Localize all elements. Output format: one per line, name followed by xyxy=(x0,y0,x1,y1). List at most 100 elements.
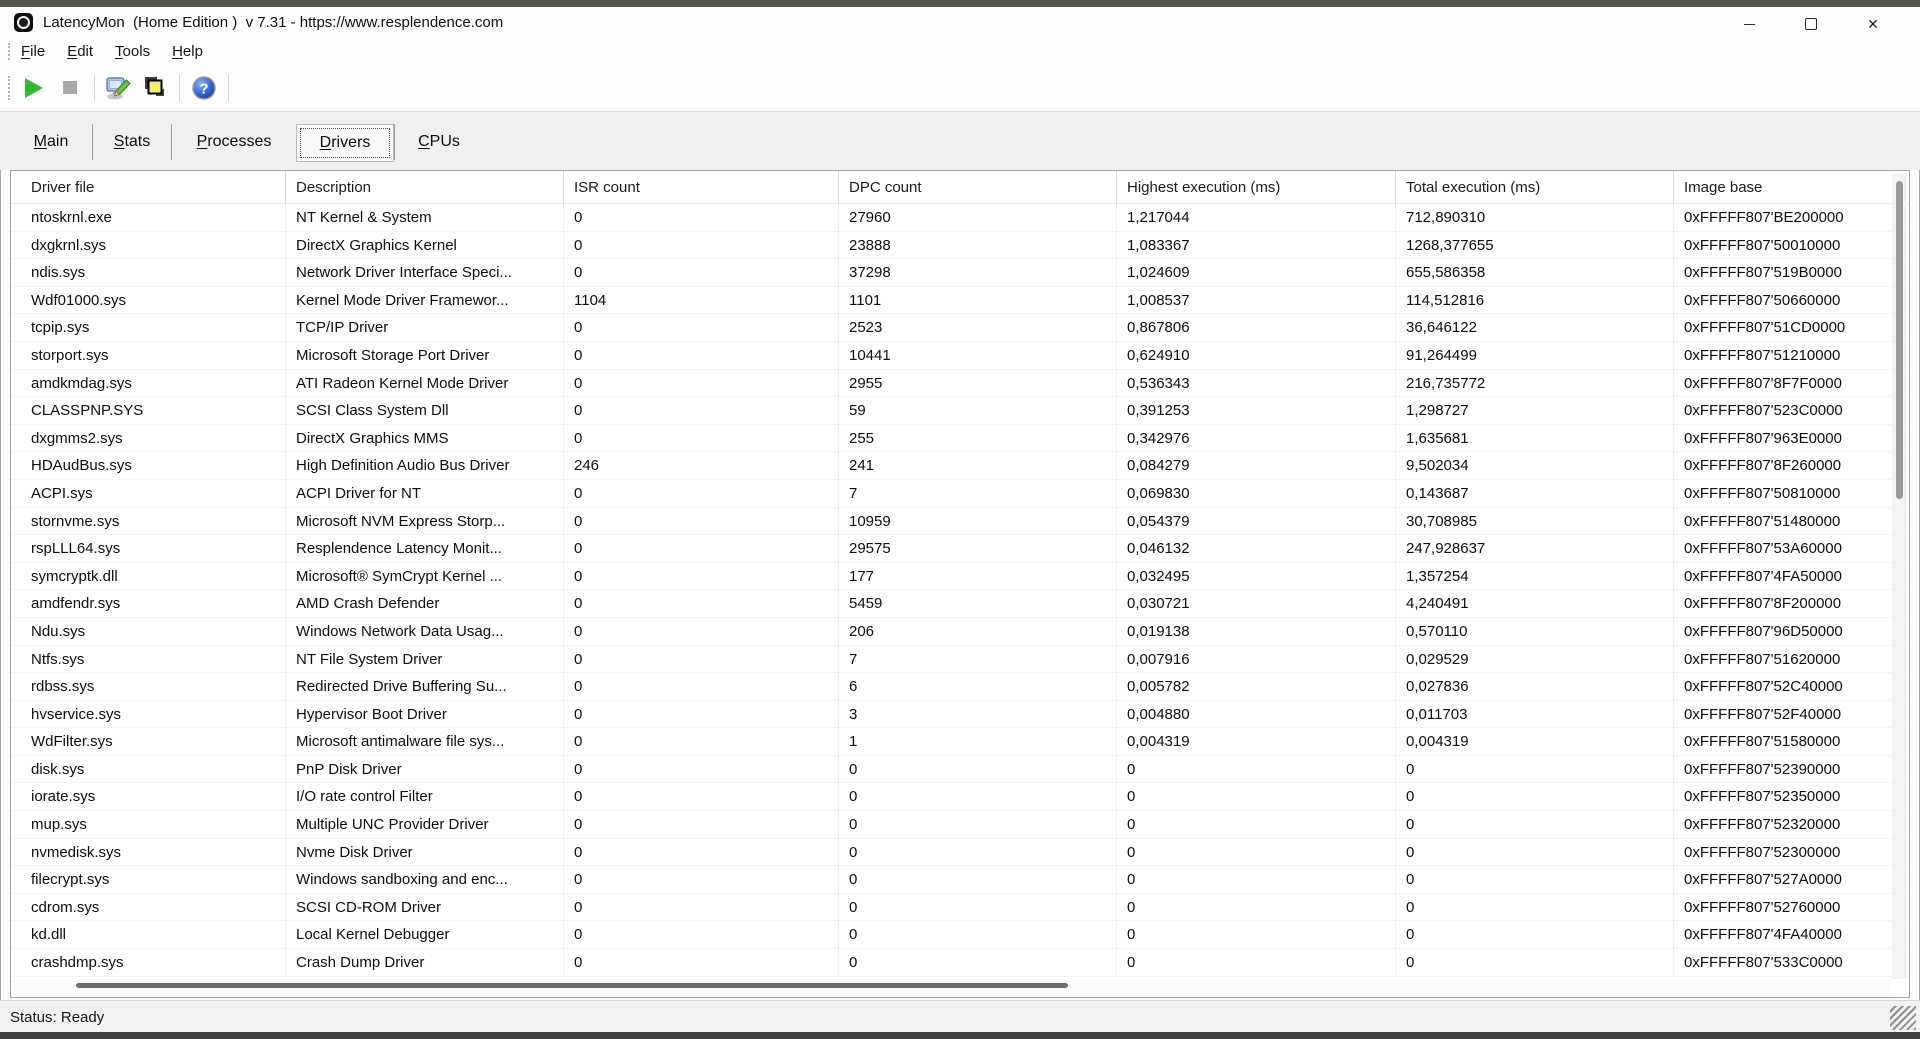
table-row[interactable]: filecrypt.sys Windows sandboxing and enc… xyxy=(11,866,1909,894)
tab-main[interactable]: Main xyxy=(10,124,92,160)
cell-image-base: 0xFFFFF807'963E0000 xyxy=(1674,425,1909,453)
table-row[interactable]: HDAudBus.sys High Definition Audio Bus D… xyxy=(11,452,1909,480)
column-header-driver-file[interactable]: Driver file xyxy=(11,171,286,204)
table-row[interactable]: disk.sys PnP Disk Driver 0 0 0 0 0xFFFFF… xyxy=(11,755,1909,784)
caption-buttons: ✕ xyxy=(1718,7,1904,41)
tab-cpus[interactable]: CPUs xyxy=(394,124,483,160)
cell-image-base: 0xFFFFF807'52F40000 xyxy=(1674,701,1909,729)
table-row[interactable]: ntoskrnl.exe NT Kernel & System 0 27960 … xyxy=(11,204,1909,232)
table-row[interactable]: ACPI.sys ACPI Driver for NT 0 7 0,069830… xyxy=(11,479,1909,508)
toolbar-gripper[interactable] xyxy=(8,75,10,100)
cell-description: I/O rate control Filter xyxy=(286,783,564,812)
cell-total-execution: 0,029529 xyxy=(1396,645,1674,674)
table-row[interactable]: amdfendr.sys AMD Crash Defender 0 5459 0… xyxy=(11,590,1909,618)
cell-highest-execution: 0,004880 xyxy=(1117,700,1396,729)
menu-edit[interactable]: Edit xyxy=(56,43,104,60)
help-button[interactable]: ? xyxy=(186,71,222,105)
tab-stats[interactable]: Stats xyxy=(92,124,171,160)
cell-total-execution: 0 xyxy=(1396,921,1674,950)
tab-drivers[interactable]: Drivers xyxy=(296,124,394,162)
windows-button[interactable] xyxy=(137,71,173,105)
vertical-scrollbar-thumb[interactable] xyxy=(1896,181,1903,499)
cell-highest-execution: 0 xyxy=(1117,866,1396,894)
table-row[interactable]: Wdf01000.sys Kernel Mode Driver Framewor… xyxy=(11,286,1909,315)
start-monitor-button[interactable] xyxy=(16,71,52,105)
table-row[interactable]: rdbss.sys Redirected Drive Buffering Su.… xyxy=(11,673,1909,701)
column-header-image-base[interactable]: Image base xyxy=(1674,171,1909,204)
table-row[interactable]: WdFilter.sys Microsoft antimalware file … xyxy=(11,728,1909,756)
cell-description: Microsoft antimalware file sys... xyxy=(286,728,564,756)
cell-highest-execution: 0,624910 xyxy=(1117,341,1396,370)
table-row[interactable]: ndis.sys Network Driver Interface Speci.… xyxy=(11,259,1909,287)
table-row[interactable]: Ntfs.sys NT File System Driver 0 7 0,007… xyxy=(11,645,1909,674)
stop-monitor-button[interactable] xyxy=(52,71,88,105)
column-header-highest-execution[interactable]: Highest execution (ms) xyxy=(1117,171,1396,204)
column-header-dpc-count[interactable]: DPC count xyxy=(839,171,1117,204)
cell-isr-count: 0 xyxy=(564,314,839,342)
options-button[interactable] xyxy=(101,71,137,105)
title-bar[interactable]: LatencyMon (Home Edition ) v 7.31 - http… xyxy=(0,7,1920,38)
cell-isr-count: 0 xyxy=(564,424,839,453)
table-row[interactable]: dxgmms2.sys DirectX Graphics MMS 0 255 0… xyxy=(11,424,1909,453)
table-row[interactable]: mup.sys Multiple UNC Provider Driver 0 0… xyxy=(11,811,1909,839)
cell-dpc-count: 0 xyxy=(839,949,1117,977)
column-header-total-execution[interactable]: Total execution (ms) xyxy=(1396,171,1674,204)
tab-processes[interactable]: Processes xyxy=(171,124,296,160)
column-header-description[interactable]: Description xyxy=(286,171,564,204)
cell-driver-file: cdrom.sys xyxy=(11,893,286,922)
close-button[interactable]: ✕ xyxy=(1842,7,1904,41)
cell-image-base: 0xFFFFF807'52350000 xyxy=(1674,783,1909,812)
cell-image-base: 0xFFFFF807'52390000 xyxy=(1674,756,1909,784)
table-row[interactable]: iorate.sys I/O rate control Filter 0 0 0… xyxy=(11,783,1909,812)
status-text: Status: Ready xyxy=(10,1008,105,1026)
vertical-scrollbar[interactable] xyxy=(1892,173,1907,979)
cell-isr-count: 0 xyxy=(564,369,839,398)
menu-file[interactable]: File xyxy=(10,43,56,60)
tabs-row: Main Stats Processes Drivers CPUs xyxy=(10,124,483,162)
horizontal-scrollbar-thumb[interactable] xyxy=(76,983,1068,988)
table-row[interactable]: rspLLL64.sys Resplendence Latency Monit.… xyxy=(11,535,1909,563)
cell-isr-count: 0 xyxy=(564,341,839,370)
minimize-button[interactable] xyxy=(1718,7,1780,41)
cell-isr-count: 1104 xyxy=(564,286,839,315)
cell-isr-count: 0 xyxy=(564,755,839,784)
table-row[interactable]: CLASSPNP.SYS SCSI Class System Dll 0 59 … xyxy=(11,397,1909,425)
table-row[interactable]: amdkmdag.sys ATI Radeon Kernel Mode Driv… xyxy=(11,369,1909,398)
table-row[interactable]: storport.sys Microsoft Storage Port Driv… xyxy=(11,341,1909,370)
table-row[interactable]: crashdmp.sys Crash Dump Driver 0 0 0 0 0… xyxy=(11,949,1909,977)
table-row[interactable]: Ndu.sys Windows Network Data Usag... 0 2… xyxy=(11,617,1909,646)
cell-highest-execution: 0,867806 xyxy=(1117,314,1396,342)
cell-driver-file: rspLLL64.sys xyxy=(11,535,286,563)
menu-help[interactable]: Help xyxy=(161,43,214,60)
table-row[interactable]: stornvme.sys Microsoft NVM Express Storp… xyxy=(11,507,1909,536)
cell-driver-file: ntoskrnl.exe xyxy=(11,204,286,232)
table-row[interactable]: hvservice.sys Hypervisor Boot Driver 0 3… xyxy=(11,700,1909,729)
table-row[interactable]: nvmedisk.sys Nvme Disk Driver 0 0 0 0 0x… xyxy=(11,838,1909,867)
horizontal-scrollbar[interactable] xyxy=(13,979,1891,993)
table-row[interactable]: tcpip.sys TCP/IP Driver 0 2523 0,867806 … xyxy=(11,314,1909,342)
menu-tools[interactable]: Tools xyxy=(104,43,161,60)
toolbar-separator xyxy=(228,74,229,101)
table-row[interactable]: dxgkrnl.sys DirectX Graphics Kernel 0 23… xyxy=(11,231,1909,260)
resize-grip[interactable] xyxy=(1890,1006,1916,1030)
column-header-isr-count[interactable]: ISR count xyxy=(564,171,839,204)
cell-driver-file: ndis.sys xyxy=(11,259,286,287)
table-row[interactable]: kd.dll Local Kernel Debugger 0 0 0 0 0xF… xyxy=(11,921,1909,950)
cell-description: Local Kernel Debugger xyxy=(286,921,564,950)
cell-driver-file: WdFilter.sys xyxy=(11,728,286,756)
cell-driver-file: hvservice.sys xyxy=(11,700,286,729)
table-row[interactable]: cdrom.sys SCSI CD-ROM Driver 0 0 0 0 0xF… xyxy=(11,893,1909,922)
tab-strip: Main Stats Processes Drivers CPUs xyxy=(0,112,1920,170)
cell-driver-file: symcryptk.dll xyxy=(11,562,286,591)
table-header: Driver file Description ISR count DPC co… xyxy=(11,171,1909,204)
cell-image-base: 0xFFFFF807'519B0000 xyxy=(1674,259,1909,287)
cell-image-base: 0xFFFFF807'52300000 xyxy=(1674,839,1909,867)
window-bottom-edge xyxy=(0,1032,1920,1039)
cell-driver-file: dxgmms2.sys xyxy=(11,424,286,453)
cell-image-base: 0xFFFFF807'51580000 xyxy=(1674,728,1909,756)
cell-total-execution: 216,735772 xyxy=(1396,369,1674,398)
cell-total-execution: 655,586358 xyxy=(1396,259,1674,287)
maximize-button[interactable] xyxy=(1780,7,1842,41)
table-row[interactable]: symcryptk.dll Microsoft® SymCrypt Kernel… xyxy=(11,562,1909,591)
cell-highest-execution: 0 xyxy=(1117,921,1396,950)
